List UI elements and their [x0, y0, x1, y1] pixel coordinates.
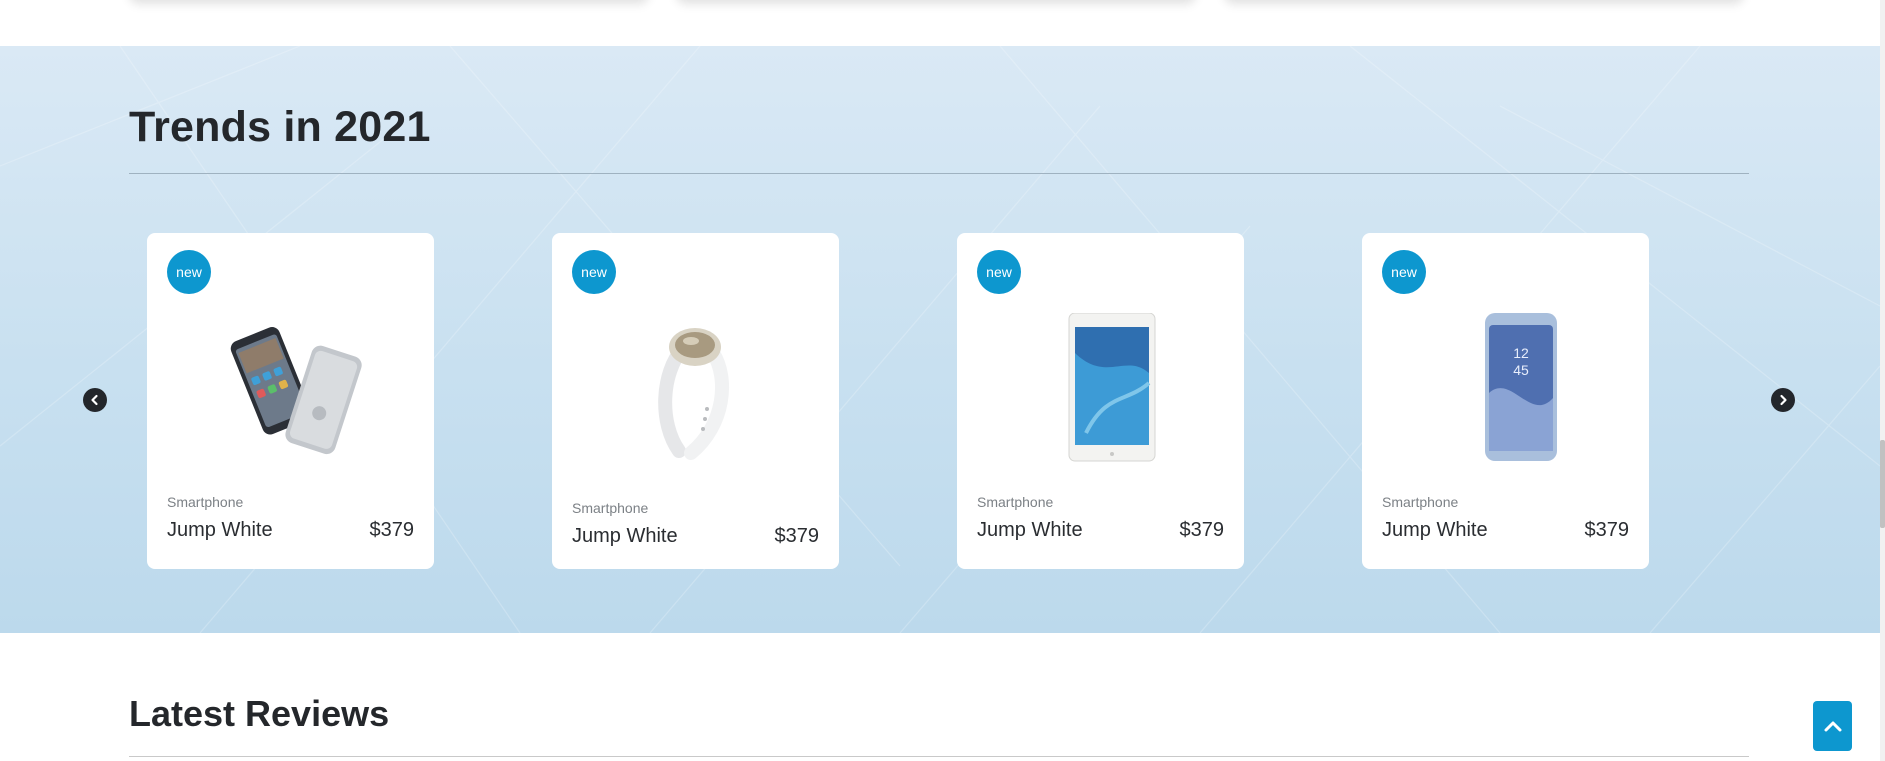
product-name[interactable]: Jump White	[572, 525, 678, 548]
page: Trends in 2021 new Smartphone Jump White…	[0, 0, 1885, 761]
carousel-next-button[interactable]	[1771, 388, 1795, 412]
reviews-divider	[129, 756, 1749, 757]
scrollbar-track[interactable]	[1880, 0, 1885, 761]
carousel-prev-button[interactable]	[83, 388, 107, 412]
product-category: Smartphone	[977, 494, 1054, 510]
product-category: Smartphone	[167, 494, 244, 510]
product-card[interactable]: new 12 45 Smartphone Jump White $379	[1362, 233, 1649, 569]
product-name[interactable]: Jump White	[977, 519, 1083, 542]
product-price: $379	[774, 525, 820, 547]
scrollbar-thumb[interactable]	[1880, 440, 1885, 528]
product-price: $379	[369, 519, 415, 541]
product-name[interactable]: Jump White	[1382, 519, 1488, 542]
product-price: $379	[1179, 519, 1225, 541]
dual-smartphone-image[interactable]	[199, 313, 382, 463]
new-badge: new	[1382, 250, 1426, 294]
product-category: Smartphone	[1382, 494, 1459, 510]
new-badge: new	[167, 250, 211, 294]
chevron-right-circle-icon	[1780, 394, 1787, 406]
section-title: Trends in 2021	[129, 103, 431, 151]
product-price: $379	[1584, 519, 1630, 541]
fitness-band-image[interactable]	[604, 313, 787, 463]
chevron-left-circle-icon	[91, 394, 98, 406]
svg-text:12: 12	[1513, 345, 1529, 361]
product-card[interactable]: new Smartphone Jump White $379	[957, 233, 1244, 569]
smartphone-image[interactable]: 12 45	[1414, 313, 1597, 463]
back-to-top-button[interactable]	[1813, 701, 1852, 751]
product-name[interactable]: Jump White	[167, 519, 273, 542]
tablet-image[interactable]	[1009, 313, 1192, 463]
reviews-section-title: Latest Reviews	[129, 693, 390, 734]
new-badge: new	[572, 250, 616, 294]
product-card[interactable]: new Smartphone Jump White $379	[552, 233, 839, 569]
trends-section: Trends in 2021 new Smartphone Jump White…	[0, 46, 1880, 633]
svg-text:45: 45	[1513, 362, 1529, 378]
chevron-up-icon	[1824, 721, 1841, 732]
product-card[interactable]: new Smartphone Jump White $379	[147, 233, 434, 569]
new-badge: new	[977, 250, 1021, 294]
section-divider	[129, 173, 1749, 174]
product-category: Smartphone	[572, 500, 649, 516]
